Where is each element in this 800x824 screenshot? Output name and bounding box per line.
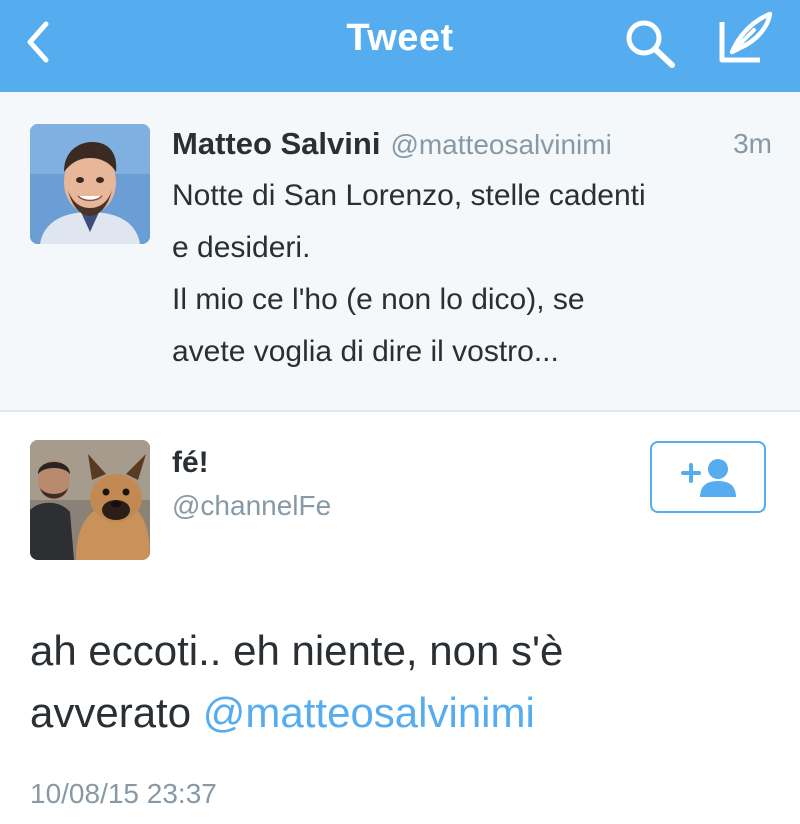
tweet-timestamp: 10/08/15 23:37 <box>30 778 217 809</box>
top-navbar: Tweet <box>0 0 800 92</box>
search-icon <box>626 20 675 68</box>
profile-photo-icon <box>30 440 150 560</box>
tweet-text-line: Notte di San Lorenzo, stelle cadenti <box>172 179 646 212</box>
profile-photo-icon <box>30 124 150 244</box>
tweet-detail-screen: Tweet Matteo Salvini @matteosalvinimi 3m… <box>0 0 800 824</box>
author-name[interactable]: Matteo Salvini <box>172 126 380 161</box>
parent-tweet[interactable]: Matteo Salvini @matteosalvinimi 3m Notte … <box>0 92 800 412</box>
tweet-time: 3m <box>733 128 772 159</box>
search-button[interactable] <box>622 16 680 70</box>
reply-avatar[interactable] <box>30 440 150 560</box>
compose-button[interactable] <box>714 8 778 68</box>
follow-user-icon <box>681 459 736 497</box>
author-handle[interactable]: @matteosalvinimi <box>390 129 611 160</box>
reply-author-handle[interactable]: @channelFe <box>172 490 331 522</box>
page-title: Tweet <box>346 17 454 59</box>
tweet-text-line: Il mio ce l'ho (e non lo dico), se <box>172 283 585 316</box>
compose-icon <box>719 11 773 63</box>
follow-button[interactable] <box>650 441 766 513</box>
tweet-text-line: e desideri. <box>172 231 311 264</box>
tweet-text-line: avete voglia di dire il vostro... <box>172 335 559 368</box>
reply-author-name[interactable]: fé! <box>172 446 209 480</box>
avatar[interactable] <box>30 124 150 244</box>
tweet-header: Matteo Salvini @matteosalvinimi 3m <box>172 126 772 166</box>
reply-text-prefix: avverato <box>30 689 203 736</box>
tweet-text: Notte di San Lorenzo, stelle cadenti e d… <box>172 170 772 378</box>
reply-text-line: avverato @matteosalvinimi <box>30 682 790 744</box>
mention-link[interactable]: @matteosalvinimi <box>203 689 535 736</box>
reply-tweet-text: ah eccoti.. eh niente, non s'è avverato … <box>30 620 790 744</box>
reply-text-line: ah eccoti.. eh niente, non s'è <box>30 627 564 674</box>
